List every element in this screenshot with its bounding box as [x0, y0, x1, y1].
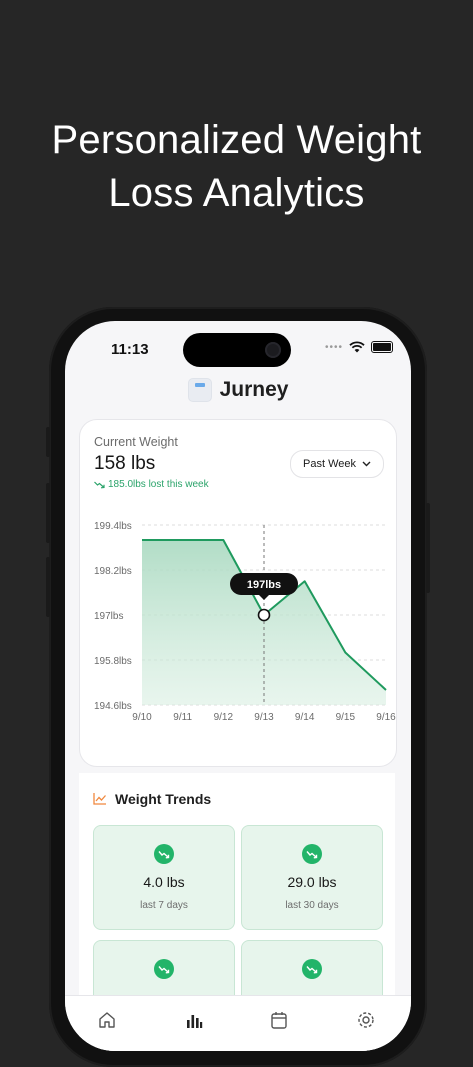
current-weight-card: Current Weight 158 lbs 185.0lbs lost thi… — [79, 419, 397, 767]
status-time: 11:13 — [111, 341, 149, 358]
settings-icon[interactable] — [356, 1010, 376, 1030]
trend-value: 4.0 lbs — [143, 874, 185, 890]
wifi-icon — [349, 341, 365, 353]
trend-down-icon — [154, 959, 174, 979]
headline: Personalized Weight Loss Analytics — [0, 114, 473, 220]
phone-frame: 11:13 •••• Jurney Current Weight 158 lbs — [46, 307, 430, 1067]
x-tick-label: 9/14 — [295, 712, 315, 720]
chart-icon[interactable] — [184, 1010, 204, 1030]
power-button — [426, 503, 430, 593]
x-tick-label: 9/12 — [214, 712, 234, 720]
headline-line-2: Loss Analytics — [108, 171, 365, 215]
action-button — [46, 427, 50, 457]
x-tick-label: 9/13 — [254, 712, 274, 720]
x-tick-label: 9/16 — [376, 712, 396, 720]
weight-chart: 199.4lbs198.2lbs197lbs195.8lbs194.6lbs9/… — [94, 521, 396, 720]
period-dropdown[interactable]: Past Week — [290, 450, 384, 478]
current-weight-value: 158 lbs — [94, 453, 156, 474]
trend-down-icon — [302, 959, 322, 979]
scale-logo-icon — [187, 378, 212, 402]
trend-down-icon — [154, 844, 174, 864]
y-tick-label: 194.6lbs — [94, 701, 132, 712]
tooltip-label: 197lbs — [247, 579, 281, 591]
line-chart-icon — [93, 793, 106, 805]
status-icons: •••• — [325, 341, 393, 353]
trend-down-icon — [302, 844, 322, 864]
x-tick-label: 9/11 — [173, 712, 192, 720]
camera-icon — [265, 342, 281, 358]
y-tick-label: 197lbs — [94, 611, 123, 622]
chevron-down-icon — [362, 461, 371, 467]
x-tick-label: 9/10 — [132, 712, 152, 720]
y-tick-label: 198.2lbs — [94, 566, 132, 577]
current-weight-label: Current Weight — [94, 435, 178, 449]
signal-icon: •••• — [324, 341, 343, 353]
tooltip-pointer — [259, 595, 269, 600]
volume-down-button — [46, 557, 50, 617]
trend-value: 29.0 lbs — [287, 874, 337, 890]
app-name: Jurney — [219, 378, 289, 401]
weight-trends-header: Weight Trends — [93, 791, 211, 807]
y-tick-label: 195.8lbs — [94, 656, 132, 667]
headline-line-1: Personalized Weight — [51, 118, 422, 162]
weight-trends-title: Weight Trends — [115, 791, 212, 807]
trend-card-7-days[interactable]: 4.0 lbs last 7 days — [93, 825, 235, 930]
data-point-marker — [257, 608, 271, 622]
trend-period: last 30 days — [285, 900, 339, 911]
trend-period: last 7 days — [140, 900, 188, 911]
calendar-icon[interactable] — [269, 1010, 289, 1030]
period-label: Past Week — [303, 458, 356, 470]
y-tick-label: 199.4lbs — [94, 521, 132, 532]
tab-bar — [65, 995, 411, 1051]
volume-up-button — [46, 483, 50, 543]
battery-icon — [371, 341, 393, 353]
trend-down-icon — [94, 481, 105, 488]
home-icon[interactable] — [97, 1010, 117, 1030]
weight-lost-label: 185.0lbs lost this week — [108, 479, 209, 490]
app-header: Jurney — [65, 378, 411, 402]
dynamic-island — [183, 333, 291, 367]
phone-screen: 11:13 •••• Jurney Current Weight 158 lbs — [65, 321, 411, 1051]
x-tick-label: 9/15 — [336, 712, 356, 720]
weight-lost-text: 185.0lbs lost this week — [94, 479, 209, 490]
trend-card-30-days[interactable]: 29.0 lbs last 30 days — [241, 825, 383, 930]
